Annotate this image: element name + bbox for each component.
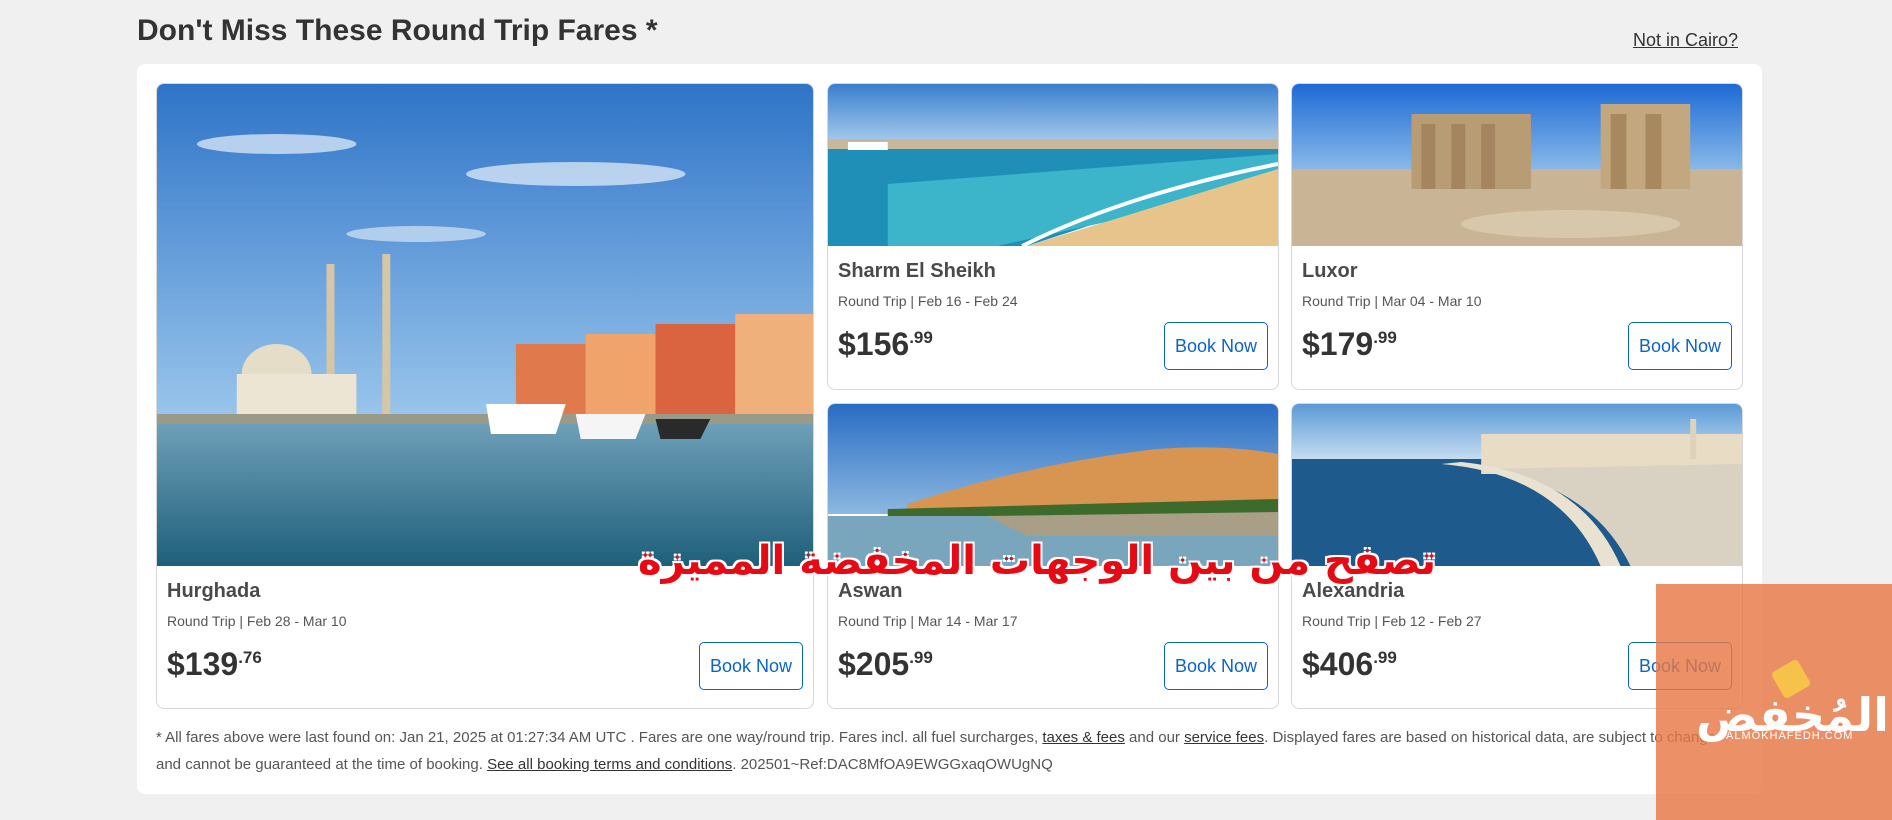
price-cents: .99: [909, 328, 933, 347]
destination-image: [157, 84, 813, 566]
book-now-button[interactable]: Book Now: [1628, 322, 1732, 370]
price-cents: .99: [1373, 648, 1397, 667]
fare-info: Aswan Round Trip | Mar 14 - Mar 17 $205.…: [838, 580, 1268, 700]
service-fees-link[interactable]: service fees: [1184, 729, 1264, 746]
disclaimer-text: and our: [1124, 729, 1185, 746]
fare-info: Hurghada Round Trip | Feb 28 - Mar 10 $1…: [167, 580, 803, 700]
fare-price: $156.99: [838, 326, 933, 363]
book-now-button[interactable]: Book Now: [1164, 642, 1268, 690]
fare-info: Luxor Round Trip | Mar 04 - Mar 10 $179.…: [1302, 260, 1732, 380]
fare-info: Sharm El Sheikh Round Trip | Feb 16 - Fe…: [838, 260, 1268, 380]
disclaimer-text: * All fares above were last found on: Ja…: [156, 729, 1043, 746]
price-dollars: $179: [1302, 326, 1374, 362]
price-dollars: $406: [1302, 646, 1374, 682]
promo-caption-overlay: تصفح من بين الوجهات المخفضة المميزة: [638, 538, 1437, 584]
fare-price: $205.99: [838, 646, 933, 683]
price-dollars: $139: [167, 646, 239, 682]
destination-name: Luxor: [1302, 260, 1358, 282]
book-now-button[interactable]: Book Now: [1164, 322, 1268, 370]
destination-image: [828, 84, 1278, 246]
not-in-city-link[interactable]: Not in Cairo?: [1633, 30, 1738, 51]
disclaimer-ref: . 202501~Ref:DAC8MfOA9EWGGxaqOWUgNQ: [732, 756, 1053, 773]
fare-card-hurghada: Hurghada Round Trip | Feb 28 - Mar 10 $1…: [156, 83, 814, 709]
fares-panel: Hurghada Round Trip | Feb 28 - Mar 10 $1…: [137, 64, 1762, 794]
fares-disclaimer: * All fares above were last found on: Ja…: [156, 724, 1731, 778]
fare-price: $179.99: [1302, 326, 1397, 363]
price-cents: .76: [238, 648, 262, 667]
price-cents: .99: [909, 648, 933, 667]
booking-terms-link[interactable]: See all booking terms and conditions: [487, 756, 732, 773]
price-dollars: $205: [838, 646, 910, 682]
taxes-fees-link[interactable]: taxes & fees: [1042, 729, 1125, 746]
price-cents: .99: [1373, 328, 1397, 347]
destination-name: Sharm El Sheikh: [838, 260, 996, 282]
site-watermark: المُخفض ALMOKHAFEDH.COM: [1656, 584, 1892, 820]
trip-dates: Round Trip | Feb 16 - Feb 24: [838, 293, 1018, 309]
watermark-domain: ALMOKHAFEDH.COM: [1726, 730, 1854, 742]
fare-price: $139.76: [167, 646, 262, 683]
trip-dates: Round Trip | Mar 04 - Mar 10: [1302, 293, 1482, 309]
destination-image: [1292, 84, 1742, 246]
fare-price: $406.99: [1302, 646, 1397, 683]
trip-dates: Round Trip | Mar 14 - Mar 17: [838, 613, 1018, 629]
fare-card-sharm-el-sheikh: Sharm El Sheikh Round Trip | Feb 16 - Fe…: [827, 83, 1279, 390]
trip-dates: Round Trip | Feb 28 - Mar 10: [167, 613, 347, 629]
price-dollars: $156: [838, 326, 910, 362]
fare-card-luxor: Luxor Round Trip | Mar 04 - Mar 10 $179.…: [1291, 83, 1743, 390]
book-now-button[interactable]: Book Now: [699, 642, 803, 690]
page-title: Don't Miss These Round Trip Fares *: [137, 14, 658, 47]
